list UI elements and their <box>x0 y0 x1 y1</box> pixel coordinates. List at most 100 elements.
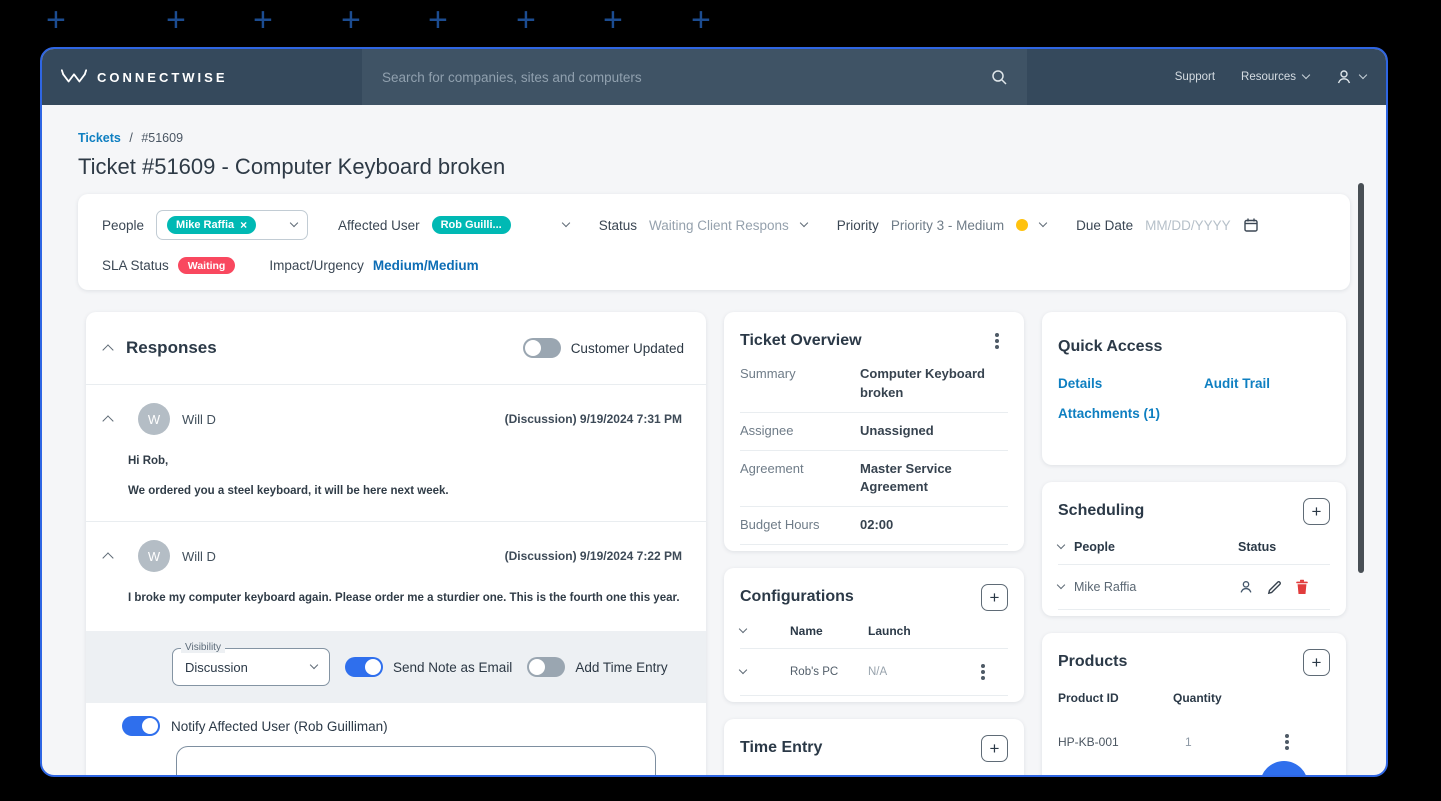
discussion-entry: W Will D (Discussion) 9/19/2024 7:22 PM … <box>86 521 706 629</box>
overview-row: Assignee Unassigned <box>740 413 1008 451</box>
chevron-down-icon <box>309 660 319 670</box>
overview-label: Budget Hours <box>740 517 820 533</box>
entry-line: I broke my computer keyboard again. Plea… <box>128 592 680 605</box>
main-content: Tickets / #51609 Ticket #51609 - Compute… <box>42 131 1386 775</box>
chevron-down-icon <box>1358 70 1368 80</box>
responses-card: Responses Customer Updated W Will D (Dis… <box>86 312 706 775</box>
product-id: HP-KB-001 <box>1058 735 1119 749</box>
sla-status-badge: Waiting <box>177 257 236 274</box>
overview-value: Unassigned <box>860 422 934 438</box>
remove-person-icon[interactable]: × <box>240 219 247 231</box>
scheduling-card: Scheduling + People Status Mike Raffia <box>1042 482 1346 616</box>
page-title: Ticket #51609 - Computer Keyboard broken <box>78 154 506 179</box>
chevron-down-icon <box>289 218 299 228</box>
column-name: Name <box>790 624 823 639</box>
ticket-header-card: People Mike Raffia × Affected User Rob G… <box>78 194 1350 290</box>
expand-all-icon[interactable] <box>738 624 748 634</box>
canvas-cross-icon: + <box>691 1 711 39</box>
calendar-icon[interactable] <box>1243 217 1259 233</box>
overview-label: Agreement <box>740 460 804 476</box>
scheduling-title: Scheduling <box>1058 502 1145 519</box>
global-search[interactable] <box>362 49 1027 105</box>
edit-icon[interactable] <box>1267 580 1282 595</box>
send-note-as-email-toggle[interactable] <box>345 657 383 678</box>
status-select[interactable]: Status Waiting Client Respons <box>599 218 809 233</box>
add-time-entry-label: Add Time Entry <box>575 659 668 675</box>
visibility-select[interactable]: Visibility Discussion <box>172 642 330 687</box>
attachments-link[interactable]: Attachments (1) <box>1058 406 1204 421</box>
breadcrumb: Tickets / #51609 <box>78 131 1350 145</box>
canvas-cross-icon: + <box>253 1 273 39</box>
visibility-value: Discussion <box>185 659 248 675</box>
reply-text-input[interactable] <box>176 746 656 775</box>
canvas-cross-icon: + <box>46 1 66 39</box>
connectwise-logo[interactable]: CONNECTWISE <box>60 49 228 105</box>
configuration-row: Rob's PC N/A <box>738 649 1008 697</box>
columns: Responses Customer Updated W Will D (Dis… <box>86 312 1346 775</box>
people-chip-label: Mike Raffia <box>176 219 235 231</box>
affected-user-chip[interactable]: Rob Guilli... <box>431 216 511 234</box>
composer-options: Visibility Discussion Send Note as Email… <box>86 631 706 704</box>
time-entry-card: Time Entry + <box>724 719 1024 775</box>
canvas-cross-icon: + <box>428 1 448 39</box>
expand-row-icon[interactable] <box>738 665 748 675</box>
expand-row-icon[interactable] <box>1056 580 1066 590</box>
breadcrumb-tickets-link[interactable]: Tickets <box>78 131 121 145</box>
customer-updated-toggle[interactable] <box>522 338 561 358</box>
notify-affected-user-toggle[interactable] <box>122 716 160 737</box>
entry-body: I broke my computer keyboard again. Plea… <box>86 572 706 629</box>
configuration-menu-button[interactable] <box>972 661 994 683</box>
priority-select[interactable]: Priority Priority 3 - Medium <box>837 217 1048 233</box>
audit-trail-link[interactable]: Audit Trail <box>1204 376 1330 391</box>
search-icon[interactable] <box>991 69 1007 85</box>
due-date-field[interactable]: Due Date MM/DD/YYYY <box>1076 217 1259 233</box>
priority-value: Priority 3 - Medium <box>890 217 1005 233</box>
column-people: People <box>1074 540 1115 554</box>
entry-author: Will D <box>182 411 216 427</box>
add-configuration-button[interactable]: + <box>981 583 1008 611</box>
avatar: W <box>138 403 170 435</box>
support-link[interactable]: Support <box>1175 71 1215 83</box>
assign-user-icon[interactable] <box>1238 579 1254 595</box>
canvas-cross-icon: + <box>516 1 536 39</box>
entry-body: Hi Rob, We ordered you a steel keyboard,… <box>86 435 706 521</box>
expand-all-icon[interactable] <box>1056 540 1066 550</box>
affected-user-select-chevron-icon[interactable] <box>561 218 570 228</box>
quick-access-title: Quick Access <box>1058 338 1163 355</box>
account-menu[interactable] <box>1335 68 1368 86</box>
entry-line: Hi Rob, <box>128 455 169 467</box>
plus-icon: + <box>1311 652 1322 672</box>
product-menu-button[interactable] <box>1276 731 1298 753</box>
column-status: Status <box>1238 540 1277 554</box>
responses-title: Responses <box>126 338 217 357</box>
resources-menu[interactable]: Resources <box>1241 70 1311 83</box>
scheduling-table-header: People Status <box>1056 526 1330 565</box>
app-window: CONNECTWISE Support Resources <box>40 47 1388 777</box>
affected-user-label: Affected User <box>338 217 420 233</box>
overview-value: 02:00 <box>860 517 894 533</box>
vertical-scrollbar-thumb[interactable] <box>1358 183 1364 573</box>
global-search-input[interactable] <box>382 69 991 85</box>
visibility-label: Visibility <box>181 642 225 654</box>
middle-column: Ticket Overview Summary Computer Keyboar… <box>724 312 1024 775</box>
priority-medium-dot-icon <box>1016 219 1029 231</box>
people-label: People <box>102 217 145 233</box>
add-product-button[interactable]: + <box>1303 648 1330 676</box>
add-time-entry-button[interactable]: + <box>981 734 1008 762</box>
collapse-entry-icon[interactable] <box>102 552 114 564</box>
collapse-entry-icon[interactable] <box>102 414 114 427</box>
canvas-cross-icon: + <box>603 1 623 39</box>
kebab-icon <box>981 670 985 675</box>
add-schedule-button[interactable]: + <box>1303 497 1330 525</box>
responses-header: Responses Customer Updated <box>86 312 706 384</box>
delete-icon[interactable] <box>1295 579 1309 595</box>
chevron-down-icon <box>1038 218 1048 228</box>
impact-urgency-value: Medium/Medium <box>372 258 479 273</box>
people-select[interactable]: Mike Raffia × <box>156 210 309 240</box>
collapse-responses-icon[interactable] <box>102 343 114 356</box>
ticket-overview-menu-button[interactable] <box>986 330 1008 352</box>
navbar-right: Support Resources <box>1175 49 1368 105</box>
details-link[interactable]: Details <box>1058 376 1204 391</box>
notify-affected-user-label: Notify Affected User (Rob Guilliman) <box>171 718 388 734</box>
add-time-entry-toggle[interactable] <box>527 657 566 678</box>
